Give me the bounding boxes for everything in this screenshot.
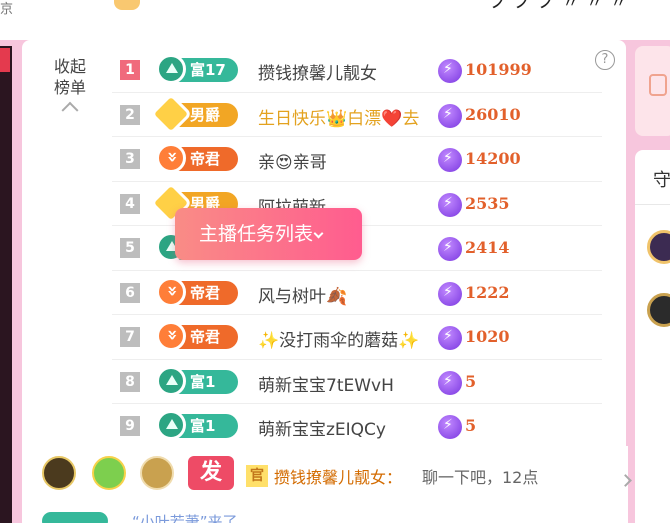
level-badge-icon: [149, 92, 193, 135]
rank-number: 1: [120, 60, 140, 80]
level-badge: [42, 512, 108, 523]
level-badge-label: 富1: [190, 417, 216, 435]
gift-logo-icon[interactable]: [114, 0, 140, 10]
divider: [635, 204, 670, 205]
level-badge-icon: [156, 321, 186, 351]
lightning-icon: [438, 281, 462, 306]
user-name[interactable]: 风与树叶🍂: [258, 282, 347, 307]
level-badge-label: 帝君: [190, 328, 221, 346]
level-badge: 富1: [156, 365, 238, 396]
score-value: 5: [465, 371, 477, 391]
user-name[interactable]: 萌新宝宝zEIQCy: [258, 415, 386, 440]
score-value: 1020: [465, 327, 510, 346]
ranking-row[interactable]: 1 富17 攒钱撩馨儿靓女 101999: [112, 48, 602, 93]
rank-number: 7: [120, 327, 140, 347]
user-name[interactable]: ✨没打雨伞的蘑菇✨: [258, 326, 419, 351]
chat-area: 发 官 攒钱撩馨儿靓女： 聊一下吧，12点 “小叶若萧”来了: [34, 446, 628, 523]
lightning-icon: [438, 148, 462, 172]
medal-icon: [42, 456, 76, 490]
gift-bag-icon: [649, 74, 667, 96]
level-badge-icon: [156, 276, 186, 307]
top-bar: 京 ノノノ〃〃〃: [0, 0, 670, 40]
rank-number: 6: [120, 282, 140, 303]
left-video-strip: [0, 46, 12, 523]
collapse-ranking-button[interactable]: 收起榜单: [52, 56, 88, 119]
lightning-icon: [438, 103, 462, 128]
user-name[interactable]: 生日快乐👑白漂❤️去: [258, 104, 419, 129]
fan-badge-icon: [92, 456, 126, 490]
ranking-row[interactable]: 7 帝君 ✨没打雨伞的蘑菇✨ 1020: [112, 315, 602, 360]
score-value: 26010: [465, 104, 521, 124]
lightning-icon: [438, 370, 462, 395]
user-name[interactable]: 萌新宝宝7tEWvH: [258, 371, 394, 396]
user-name[interactable]: 亲😍亲哥: [258, 148, 327, 173]
level-badge-icon: [156, 365, 186, 396]
ranking-row[interactable]: 2 男爵 生日快乐👑白漂❤️去 26010: [112, 92, 602, 137]
level-badge-icon: [156, 143, 186, 173]
level-badge-label: 男爵: [190, 105, 221, 124]
lightning-icon: [438, 59, 462, 83]
lightning-icon: [438, 192, 462, 217]
score-value: 2535: [465, 193, 510, 213]
top-bar-text: 京: [0, 2, 14, 17]
rank-number: 8: [120, 371, 140, 392]
streamer-task-list-label: 主播任务列表: [199, 223, 314, 245]
level-badge-label: 富1: [190, 372, 216, 391]
ranking-row[interactable]: 8 富1 萌新宝宝7tEWvH 5: [112, 360, 602, 404]
level-badge-label: 帝君: [190, 283, 221, 302]
ranking-row[interactable]: 3 帝君 亲😍亲哥 14200: [112, 137, 602, 182]
streamer-task-list-button[interactable]: 主播任务列表: [175, 208, 362, 260]
score-value: 1222: [465, 282, 510, 302]
right-gift-box[interactable]: [635, 46, 670, 136]
shield-medal-icon: [140, 456, 174, 490]
level-badge-icon: [156, 410, 186, 440]
score-value: 14200: [465, 149, 521, 168]
guard-avatar[interactable]: [647, 293, 670, 327]
level-badge-label: 帝君: [190, 150, 221, 168]
lightning-icon: [438, 415, 462, 439]
chevron-down-icon: [313, 228, 324, 239]
rank-number: 3: [120, 149, 140, 169]
rank-number: 5: [120, 238, 140, 258]
ranking-row[interactable]: 6 帝君 风与树叶🍂 1222: [112, 271, 602, 315]
top-decoration: ノノノ〃〃〃: [490, 0, 634, 13]
guard-tab-label[interactable]: 守: [653, 166, 670, 192]
fa-badge: 发: [188, 456, 234, 490]
chat-message-text: 聊一下吧，12点: [422, 468, 539, 487]
collapse-ranking-label: 收起榜单: [53, 57, 86, 97]
level-badge-label: 富17: [190, 61, 226, 79]
score-value: 5: [465, 416, 477, 435]
level-badge: 帝君: [156, 276, 238, 307]
chat-user-name[interactable]: 攒钱撩馨儿靓女：: [274, 464, 402, 488]
level-badge: 帝君: [156, 321, 238, 351]
ranking-row[interactable]: 9 富1 萌新宝宝zEIQCy 5: [112, 404, 602, 449]
rank-number: 4: [120, 193, 140, 214]
left-red-marker: [0, 48, 10, 72]
guard-avatar[interactable]: [647, 230, 670, 264]
level-badge: 富1: [156, 410, 238, 440]
lightning-icon: [438, 237, 462, 261]
level-badge: 富17: [156, 54, 238, 84]
level-badge: 男爵: [149, 92, 238, 135]
join-text: “小叶若萧”来了: [132, 513, 238, 523]
rank-number: 2: [120, 104, 140, 125]
right-guard-panel: 守: [635, 150, 670, 523]
rank-number: 9: [120, 416, 140, 436]
official-tag: 官: [246, 465, 268, 487]
user-name[interactable]: 攒钱撩馨儿靓女: [258, 59, 377, 84]
level-badge-icon: [156, 54, 186, 84]
level-badge: 帝君: [156, 143, 238, 173]
chevron-up-icon: [61, 101, 79, 119]
score-value: 101999: [465, 60, 532, 79]
score-value: 2414: [465, 238, 510, 257]
lightning-icon: [438, 326, 462, 350]
